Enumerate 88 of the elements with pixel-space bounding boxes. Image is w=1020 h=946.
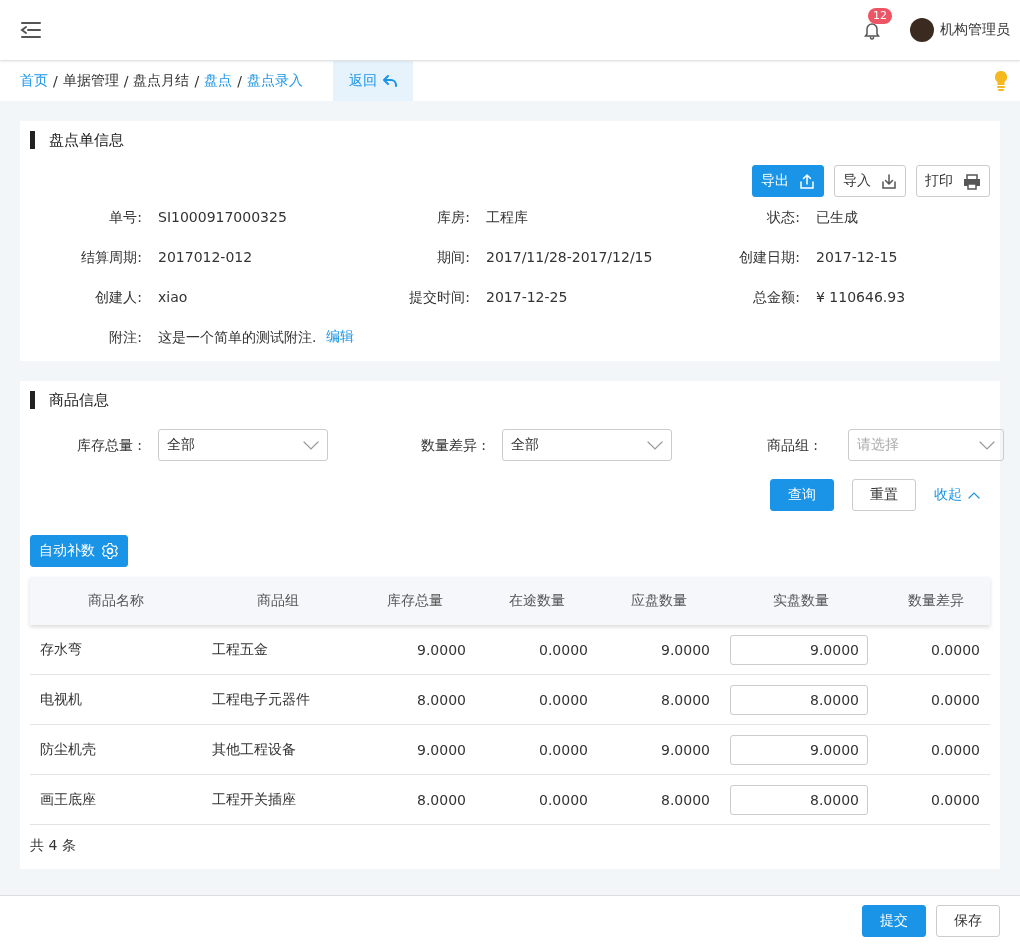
table-cell: 0.0000 — [476, 674, 598, 725]
notification-count: 12 — [868, 8, 892, 24]
field-value: xiao — [157, 288, 189, 307]
table-cell: 电视机 — [30, 674, 202, 725]
table-cell: 工程开关插座 — [202, 774, 354, 825]
lightbulb-icon — [992, 70, 1010, 92]
table-cell: 0.0000 — [882, 625, 990, 675]
table-cell: 8.0000 — [354, 674, 476, 725]
field-label: 库房: — [436, 208, 470, 227]
dropdown[interactable]: 全部 — [502, 429, 672, 461]
total-count: 共 4 条 — [30, 836, 77, 855]
table-cell: 9.0000 — [598, 625, 720, 675]
reply-arrow-icon — [382, 75, 397, 87]
field-value: 已生成 — [815, 208, 859, 227]
table-cell: 工程电子元器件 — [202, 674, 354, 725]
field-value: 2017-12-15 — [815, 248, 899, 267]
filter-label: 库存总量 : — [75, 436, 142, 455]
reset-button[interactable]: 重置 — [852, 479, 916, 511]
user-name[interactable]: 机构管理员 — [940, 21, 1010, 39]
breadcrumb-separator: / — [237, 73, 242, 89]
breadcrumb-separator: / — [194, 73, 200, 89]
filter-label: 数量差异 : — [419, 436, 486, 455]
table-cell: 0.0000 — [476, 724, 598, 775]
avatar — [910, 18, 934, 42]
bell-icon — [862, 20, 882, 40]
field-label: 创建日期: — [738, 248, 800, 267]
breadcrumb-separator: / — [53, 73, 58, 89]
table-cell: 0.0000 — [882, 674, 990, 725]
field-value: 2017-12-25 — [485, 288, 569, 307]
field-label: 结算周期: — [80, 248, 142, 267]
table-cell: 工程五金 — [202, 625, 354, 675]
table-cell: 9.0000 — [354, 724, 476, 775]
table-cell: 防尘机壳 — [30, 724, 202, 775]
quantity-input[interactable]: 8.0000 — [730, 684, 868, 715]
table-cell: 存水弯 — [30, 625, 202, 675]
table-cell: 9.0000 — [354, 625, 476, 675]
table-cell: 9.0000 — [598, 724, 720, 775]
field-label: 状态: — [766, 208, 800, 227]
field-value: 2017/11/28-2017/12/15 — [485, 248, 654, 267]
table-cell: 0.0000 — [476, 774, 598, 825]
field-label: 提交时间: — [408, 288, 470, 307]
field-label: 期间: — [436, 248, 470, 267]
upload-icon — [799, 172, 815, 190]
gear-icon — [101, 542, 119, 560]
breadcrumb-separator: / — [123, 73, 129, 89]
dropdown[interactable]: 全部 — [158, 429, 328, 461]
column-header: 库存总量 — [354, 577, 476, 625]
chevron-down-icon — [303, 440, 319, 450]
note-text: 这是一个简单的测试附注. — [157, 328, 317, 347]
breadcrumb-item: 单据管理 — [62, 72, 119, 90]
quantity-input[interactable]: 8.0000 — [730, 784, 868, 815]
download-icon — [881, 172, 897, 190]
import-button[interactable]: 导入 — [834, 165, 906, 197]
table-cell: 0.0000 — [476, 625, 598, 675]
field-value: ¥ 110646.93 — [815, 288, 907, 307]
field-value: 工程库 — [485, 208, 529, 227]
field-label: 附注: — [108, 328, 142, 347]
section-title: 盘点单信息 — [30, 131, 990, 149]
chevron-up-icon — [968, 491, 980, 499]
column-header: 数量差异 — [882, 577, 990, 625]
column-header: 实盘数量 — [720, 577, 882, 625]
table-cell: 0.0000 — [882, 774, 990, 825]
filter-label: 商品组 : — [765, 436, 818, 455]
table-cell: 画王底座 — [30, 774, 202, 825]
field-value: SI1000917000325 — [157, 208, 288, 227]
table-cell: 其他工程设备 — [202, 724, 354, 775]
menu-collapse-icon[interactable] — [20, 21, 42, 39]
field-label: 单号: — [108, 208, 142, 227]
quantity-input[interactable]: 9.0000 — [730, 634, 868, 665]
printer-icon — [963, 172, 981, 190]
field-label: 创建人: — [94, 288, 142, 307]
column-header: 商品组 — [202, 577, 354, 625]
quantity-input[interactable]: 9.0000 — [730, 734, 868, 765]
chevron-down-icon — [979, 440, 995, 450]
field-value: 2017012-012 — [157, 248, 254, 267]
table-cell: 8.0000 — [354, 774, 476, 825]
column-header: 在途数量 — [476, 577, 598, 625]
section-title: 商品信息 — [30, 391, 990, 409]
breadcrumb-item: 盘点月结 — [133, 72, 190, 90]
field-label: 总金额: — [752, 288, 800, 307]
table-cell: 8.0000 — [598, 674, 720, 725]
column-header: 商品名称 — [30, 577, 202, 625]
print-button[interactable]: 打印 — [916, 165, 990, 197]
chevron-down-icon — [647, 440, 663, 450]
column-header: 应盘数量 — [598, 577, 720, 625]
table-cell: 0.0000 — [882, 724, 990, 775]
table-cell: 8.0000 — [598, 774, 720, 825]
save-button[interactable]: 保存 — [936, 905, 1000, 937]
